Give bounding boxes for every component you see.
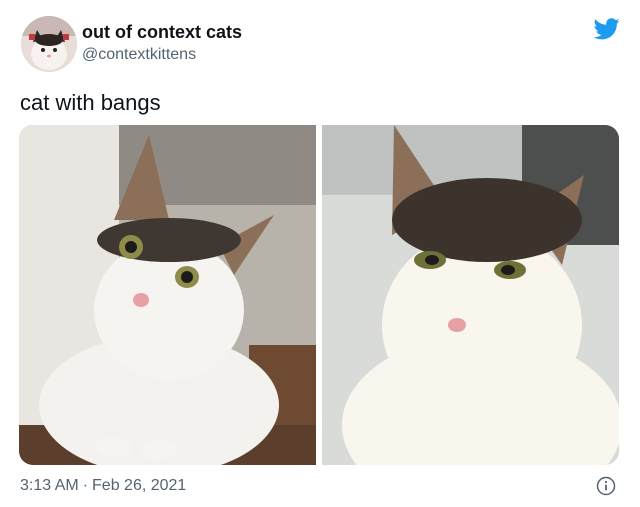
timestamp-separator: · (82, 477, 89, 494)
tweet-timestamp[interactable]: 3:13 AM · Feb 26, 2021 (20, 477, 186, 495)
twitter-bird-icon[interactable] (594, 18, 620, 40)
tweet-text: cat with bangs (20, 90, 161, 115)
author-handle[interactable]: @contextkittens (82, 46, 196, 64)
cat-photo-left[interactable] (19, 125, 316, 465)
tweet-date[interactable]: Feb 26, 2021 (92, 477, 186, 494)
author-avatar[interactable] (21, 16, 77, 72)
cat-avatar-icon (21, 16, 77, 72)
tweet-media[interactable] (19, 125, 619, 465)
author-display-name[interactable]: out of context cats (82, 22, 242, 43)
cat-photo-right[interactable] (322, 125, 619, 465)
tweet-time[interactable]: 3:13 AM (20, 477, 79, 494)
info-icon[interactable] (596, 476, 616, 496)
